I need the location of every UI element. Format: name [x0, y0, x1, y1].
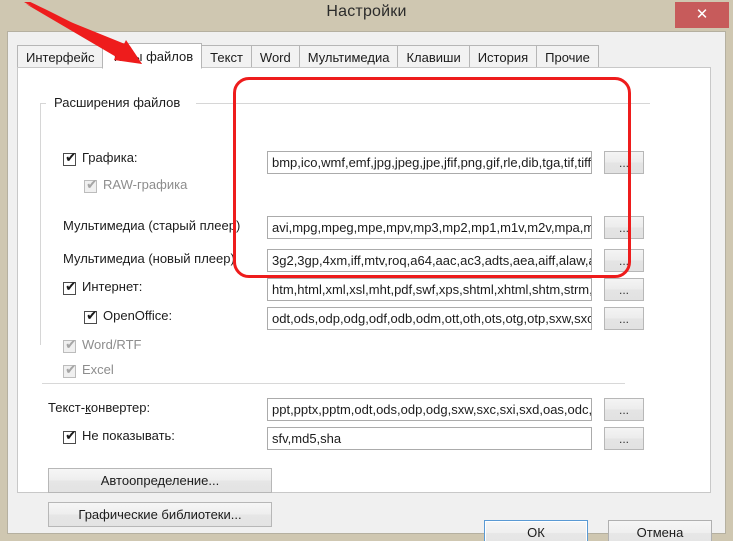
- tab-prochie[interactable]: Прочие: [536, 45, 599, 68]
- checkbox-internet[interactable]: ✔: [63, 279, 77, 295]
- label-text-converter-part2: онвертер:: [90, 400, 151, 415]
- tab-tipy-faylov[interactable]: Типы файлов: [102, 43, 203, 69]
- checkbox-word-rtf: ✔: [63, 337, 77, 353]
- checkbox-graphics[interactable]: ✔: [63, 150, 77, 166]
- tab-word[interactable]: Word: [250, 45, 300, 68]
- group-box-border: [40, 103, 41, 345]
- label-hide: Не показывать:: [82, 428, 175, 443]
- label-text-converter: Текст-конвертер:: [48, 400, 150, 415]
- browse-button-multimedia-new[interactable]: ...: [604, 249, 644, 272]
- tab-multimedia[interactable]: Мультимедиа: [298, 45, 399, 68]
- check-icon: ✔: [65, 337, 77, 353]
- label-openoffice: OpenOffice:: [103, 308, 173, 323]
- dialog-client-area: Интерфейс Типы файлов Текст Word Мультимедиа…: [7, 31, 726, 541]
- input-multimedia-old-extensions[interactable]: avi,mpg,mpeg,mpe,mpv,mp3,mp2,mp1,m1v,m2v…: [267, 216, 592, 239]
- autodetect-button[interactable]: Автоопределение...: [48, 468, 272, 493]
- tab-strip: Интерфейс Типы файлов Текст Word Мультимедиа…: [17, 43, 599, 69]
- checkbox-openoffice[interactable]: ✔: [84, 308, 98, 324]
- tab-interfeys[interactable]: Интерфейс: [17, 45, 104, 68]
- input-multimedia-new-extensions[interactable]: 3g2,3gp,4xm,iff,mtv,roq,a64,aac,ac3,adts…: [267, 249, 592, 272]
- group-box-border: [196, 103, 650, 104]
- browse-button-text-converter[interactable]: ...: [604, 398, 644, 421]
- cancel-button[interactable]: Отмена: [608, 520, 712, 541]
- browse-button-graphics[interactable]: ...: [604, 151, 644, 174]
- check-icon: ✔: [65, 362, 77, 378]
- label-text-converter-part1: Текст-: [48, 400, 86, 415]
- input-text-converter-extensions[interactable]: ppt,pptx,pptm,odt,ods,odp,odg,sxw,sxc,sx…: [267, 398, 592, 421]
- tab-tekst[interactable]: Текст: [201, 45, 252, 68]
- label-internet: Интернет:: [82, 279, 143, 294]
- checkbox-hide[interactable]: ✔: [63, 428, 77, 444]
- label-raw-graphics: RAW-графика: [103, 177, 188, 192]
- input-graphics-extensions[interactable]: bmp,ico,wmf,emf,jpg,jpeg,jpe,jfif,png,gi…: [267, 151, 592, 174]
- settings-window: Настройки ✕ Интерфейс Типы файлов Текст Wor…: [0, 0, 733, 541]
- close-icon[interactable]: ✕: [675, 2, 729, 28]
- label-excel: Excel: [82, 362, 114, 377]
- group-box-title: Расширения файлов: [50, 95, 185, 110]
- check-icon: ✔: [86, 308, 98, 324]
- label-graphics: Графика:: [82, 150, 138, 165]
- title-bar: Настройки ✕: [0, 0, 733, 31]
- input-internet-extensions[interactable]: htm,html,xml,xsl,mht,pdf,swf,xps,shtml,x…: [267, 278, 592, 301]
- label-multimedia-new-player: Мультимедиа (новый плеер): [63, 251, 235, 266]
- input-hide-extensions[interactable]: sfv,md5,sha: [267, 427, 592, 450]
- check-icon: ✔: [65, 279, 77, 295]
- browse-button-internet[interactable]: ...: [604, 278, 644, 301]
- checkbox-raw-graphics: ✔: [84, 177, 98, 193]
- browse-button-multimedia-old[interactable]: ...: [604, 216, 644, 239]
- browse-button-hide[interactable]: ...: [604, 427, 644, 450]
- check-icon: ✔: [65, 150, 77, 166]
- section-divider: [42, 383, 625, 384]
- label-multimedia-old-player: Мультимедиа (старый плеер): [63, 218, 241, 233]
- tab-istoriya[interactable]: История: [468, 45, 538, 68]
- ok-button[interactable]: ОК: [484, 520, 588, 541]
- checkbox-excel: ✔: [63, 362, 77, 378]
- browse-button-openoffice[interactable]: ...: [604, 307, 644, 330]
- check-icon: ✔: [86, 177, 98, 193]
- graphics-libraries-button[interactable]: Графические библиотеки...: [48, 502, 272, 527]
- window-title: Настройки: [326, 3, 407, 20]
- tab-klavishi[interactable]: Клавиши: [397, 45, 470, 68]
- input-openoffice-extensions[interactable]: odt,ods,odp,odg,odf,odb,odm,ott,oth,ots,…: [267, 307, 592, 330]
- label-word-rtf: Word/RTF: [82, 337, 142, 352]
- check-icon: ✔: [65, 428, 77, 444]
- tab-page-file-types: Расширения файлов ✔ Графика: bmp,ico,wmf…: [17, 67, 711, 527]
